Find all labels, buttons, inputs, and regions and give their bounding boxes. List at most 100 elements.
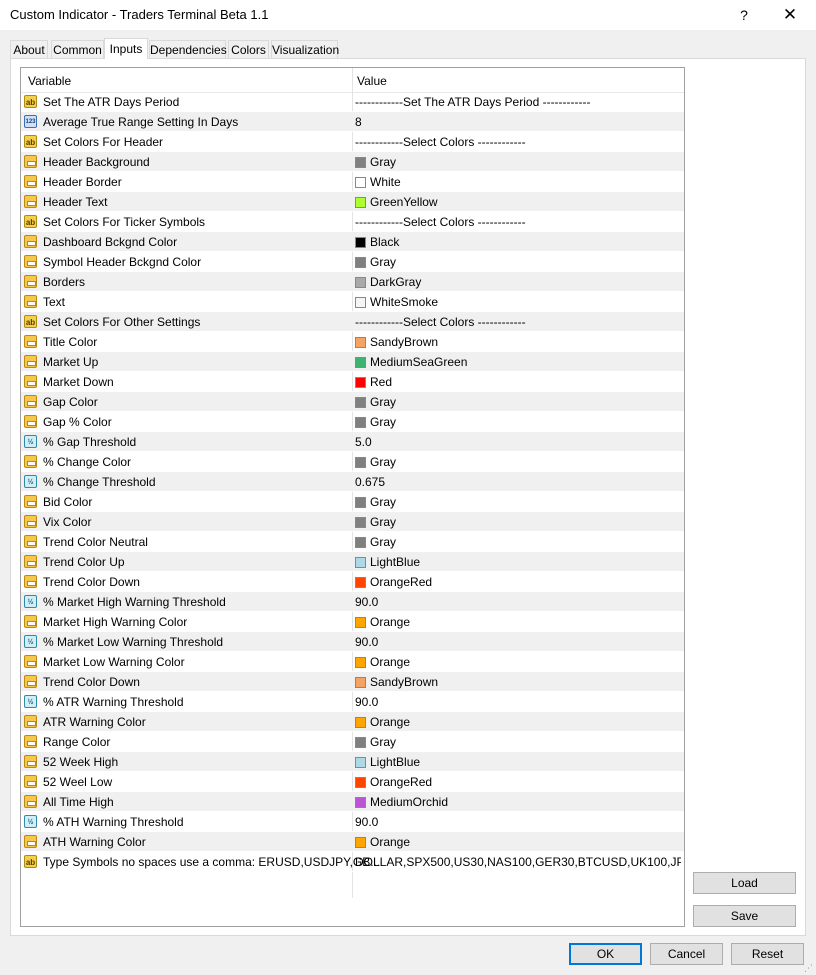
grid-row[interactable]: Trend Color Down SandyBrown (21, 672, 684, 692)
tab-about[interactable]: About (10, 40, 48, 58)
grid-row[interactable]: ½ % Market High Warning Threshold 90.0 (21, 592, 684, 612)
row-value[interactable]: MediumSeaGreen (355, 355, 681, 369)
row-value[interactable]: Orange (355, 615, 681, 629)
grid-row[interactable]: ½ % ATH Warning Threshold 90.0 (21, 812, 684, 832)
row-variable: Header Background (43, 155, 150, 169)
save-button[interactable]: Save (693, 905, 796, 927)
row-value[interactable]: Black (355, 235, 681, 249)
grid-row[interactable]: % Change Color Gray (21, 452, 684, 472)
row-value[interactable]: ------------Select Colors ------------ (355, 135, 681, 149)
grid-row[interactable]: Header Border White (21, 172, 684, 192)
row-value[interactable]: WhiteSmoke (355, 295, 681, 309)
grid-row[interactable]: Trend Color Neutral Gray (21, 532, 684, 552)
grid-row[interactable]: ½ % Gap Threshold 5.0 (21, 432, 684, 452)
grid-row[interactable]: 52 Week High LightBlue (21, 752, 684, 772)
grid-row[interactable]: ab Type Symbols no spaces use a comma: ER… (21, 852, 684, 872)
row-value[interactable]: SandyBrown (355, 335, 681, 349)
grid-row[interactable]: Header Background Gray (21, 152, 684, 172)
header-variable[interactable]: Variable (28, 74, 71, 88)
row-value[interactable]: Gray (355, 255, 681, 269)
grid-row[interactable]: Borders DarkGray (21, 272, 684, 292)
grid-row[interactable]: Market Low Warning Color Orange (21, 652, 684, 672)
row-value[interactable]: ------------Select Colors ------------ (355, 215, 681, 229)
row-value[interactable]: White (355, 175, 681, 189)
grid-row[interactable]: Market Down Red (21, 372, 684, 392)
tab-dependencies[interactable]: Dependencies (149, 40, 227, 58)
row-variable: % ATR Warning Threshold (43, 695, 184, 709)
grid-row[interactable]: 123 Average True Range Setting In Days 8 (21, 112, 684, 132)
grid-row[interactable]: ATH Warning Color Orange (21, 832, 684, 852)
row-value[interactable]: Gray (355, 515, 681, 529)
row-value[interactable]: DOLLAR,SPX500,US30,NAS100,GER30,BTCUSD,U… (355, 855, 681, 869)
cancel-button[interactable]: Cancel (650, 943, 723, 965)
grid-row[interactable]: ½ % ATR Warning Threshold 90.0 (21, 692, 684, 712)
grid-row[interactable]: All Time High MediumOrchid (21, 792, 684, 812)
row-value[interactable]: Orange (355, 655, 681, 669)
row-value[interactable]: Gray (355, 535, 681, 549)
grid-row[interactable]: 52 Weel Low OrangeRed (21, 772, 684, 792)
grid-row[interactable]: ATR Warning Color Orange (21, 712, 684, 732)
row-value[interactable]: Gray (355, 495, 681, 509)
row-value[interactable]: OrangeRed (355, 575, 681, 589)
resize-grip-icon[interactable]: ⋰ (804, 963, 814, 973)
reset-button[interactable]: Reset (731, 943, 804, 965)
row-value[interactable]: Gray (355, 155, 681, 169)
row-value-text: White (370, 175, 401, 189)
row-value[interactable]: Gray (355, 395, 681, 409)
grid-row[interactable]: ab Set Colors For Ticker Symbols ---------… (21, 212, 684, 232)
grid-row[interactable]: Gap Color Gray (21, 392, 684, 412)
color-type-icon (24, 295, 37, 308)
grid-row[interactable]: ½ % Market Low Warning Threshold 90.0 (21, 632, 684, 652)
header-value[interactable]: Value (357, 74, 387, 88)
grid-row[interactable]: ab Set The ATR Days Period ------------Set… (21, 92, 684, 112)
row-value[interactable]: Gray (355, 455, 681, 469)
row-value[interactable]: 90.0 (355, 595, 681, 609)
tab-common[interactable]: Common (51, 40, 104, 58)
row-variable: Set Colors For Ticker Symbols (43, 215, 206, 229)
grid-row[interactable]: ab Set Colors For Header ------------Selec… (21, 132, 684, 152)
row-value[interactable]: 0.675 (355, 475, 681, 489)
grid-row[interactable]: Gap % Color Gray (21, 412, 684, 432)
grid-row[interactable]: Symbol Header Bckgnd Color Gray (21, 252, 684, 272)
grid-row[interactable]: Market High Warning Color Orange (21, 612, 684, 632)
close-button[interactable]: ✕ (776, 4, 804, 26)
tab-inputs[interactable]: Inputs (104, 38, 148, 59)
grid-row[interactable]: Vix Color Gray (21, 512, 684, 532)
row-value[interactable]: MediumOrchid (355, 795, 681, 809)
grid-row[interactable]: Text WhiteSmoke (21, 292, 684, 312)
row-value[interactable]: ------------Set The ATR Days Period ----… (355, 95, 681, 109)
row-value[interactable]: GreenYellow (355, 195, 681, 209)
row-value[interactable]: Gray (355, 735, 681, 749)
tab-visualization[interactable]: Visualization (271, 40, 339, 58)
row-value[interactable]: Gray (355, 415, 681, 429)
row-value[interactable]: SandyBrown (355, 675, 681, 689)
row-value[interactable]: OrangeRed (355, 775, 681, 789)
row-value[interactable]: LightBlue (355, 555, 681, 569)
row-value[interactable]: 5.0 (355, 435, 681, 449)
grid-row[interactable]: Range Color Gray (21, 732, 684, 752)
row-value[interactable]: 8 (355, 115, 681, 129)
grid-row[interactable]: Market Up MediumSeaGreen (21, 352, 684, 372)
grid-row[interactable]: Title Color SandyBrown (21, 332, 684, 352)
ok-button[interactable]: OK (569, 943, 642, 965)
row-value[interactable]: Orange (355, 715, 681, 729)
help-button[interactable]: ? (732, 4, 756, 26)
row-value[interactable]: 90.0 (355, 635, 681, 649)
row-value[interactable]: ------------Select Colors ------------ (355, 315, 681, 329)
row-value[interactable]: LightBlue (355, 755, 681, 769)
tab-colors[interactable]: Colors (228, 40, 269, 58)
grid-row[interactable]: Header Text GreenYellow (21, 192, 684, 212)
row-value[interactable]: 90.0 (355, 815, 681, 829)
grid-row[interactable]: Dashboard Bckgnd Color Black (21, 232, 684, 252)
color-swatch (355, 777, 366, 788)
grid-row[interactable]: ½ % Change Threshold 0.675 (21, 472, 684, 492)
grid-row[interactable]: ab Set Colors For Other Settings ---------… (21, 312, 684, 332)
row-value[interactable]: 90.0 (355, 695, 681, 709)
grid-row[interactable]: Trend Color Up LightBlue (21, 552, 684, 572)
load-button[interactable]: Load (693, 872, 796, 894)
grid-row[interactable]: Trend Color Down OrangeRed (21, 572, 684, 592)
row-value[interactable]: Orange (355, 835, 681, 849)
row-value[interactable]: Red (355, 375, 681, 389)
grid-row[interactable]: Bid Color Gray (21, 492, 684, 512)
row-value[interactable]: DarkGray (355, 275, 681, 289)
